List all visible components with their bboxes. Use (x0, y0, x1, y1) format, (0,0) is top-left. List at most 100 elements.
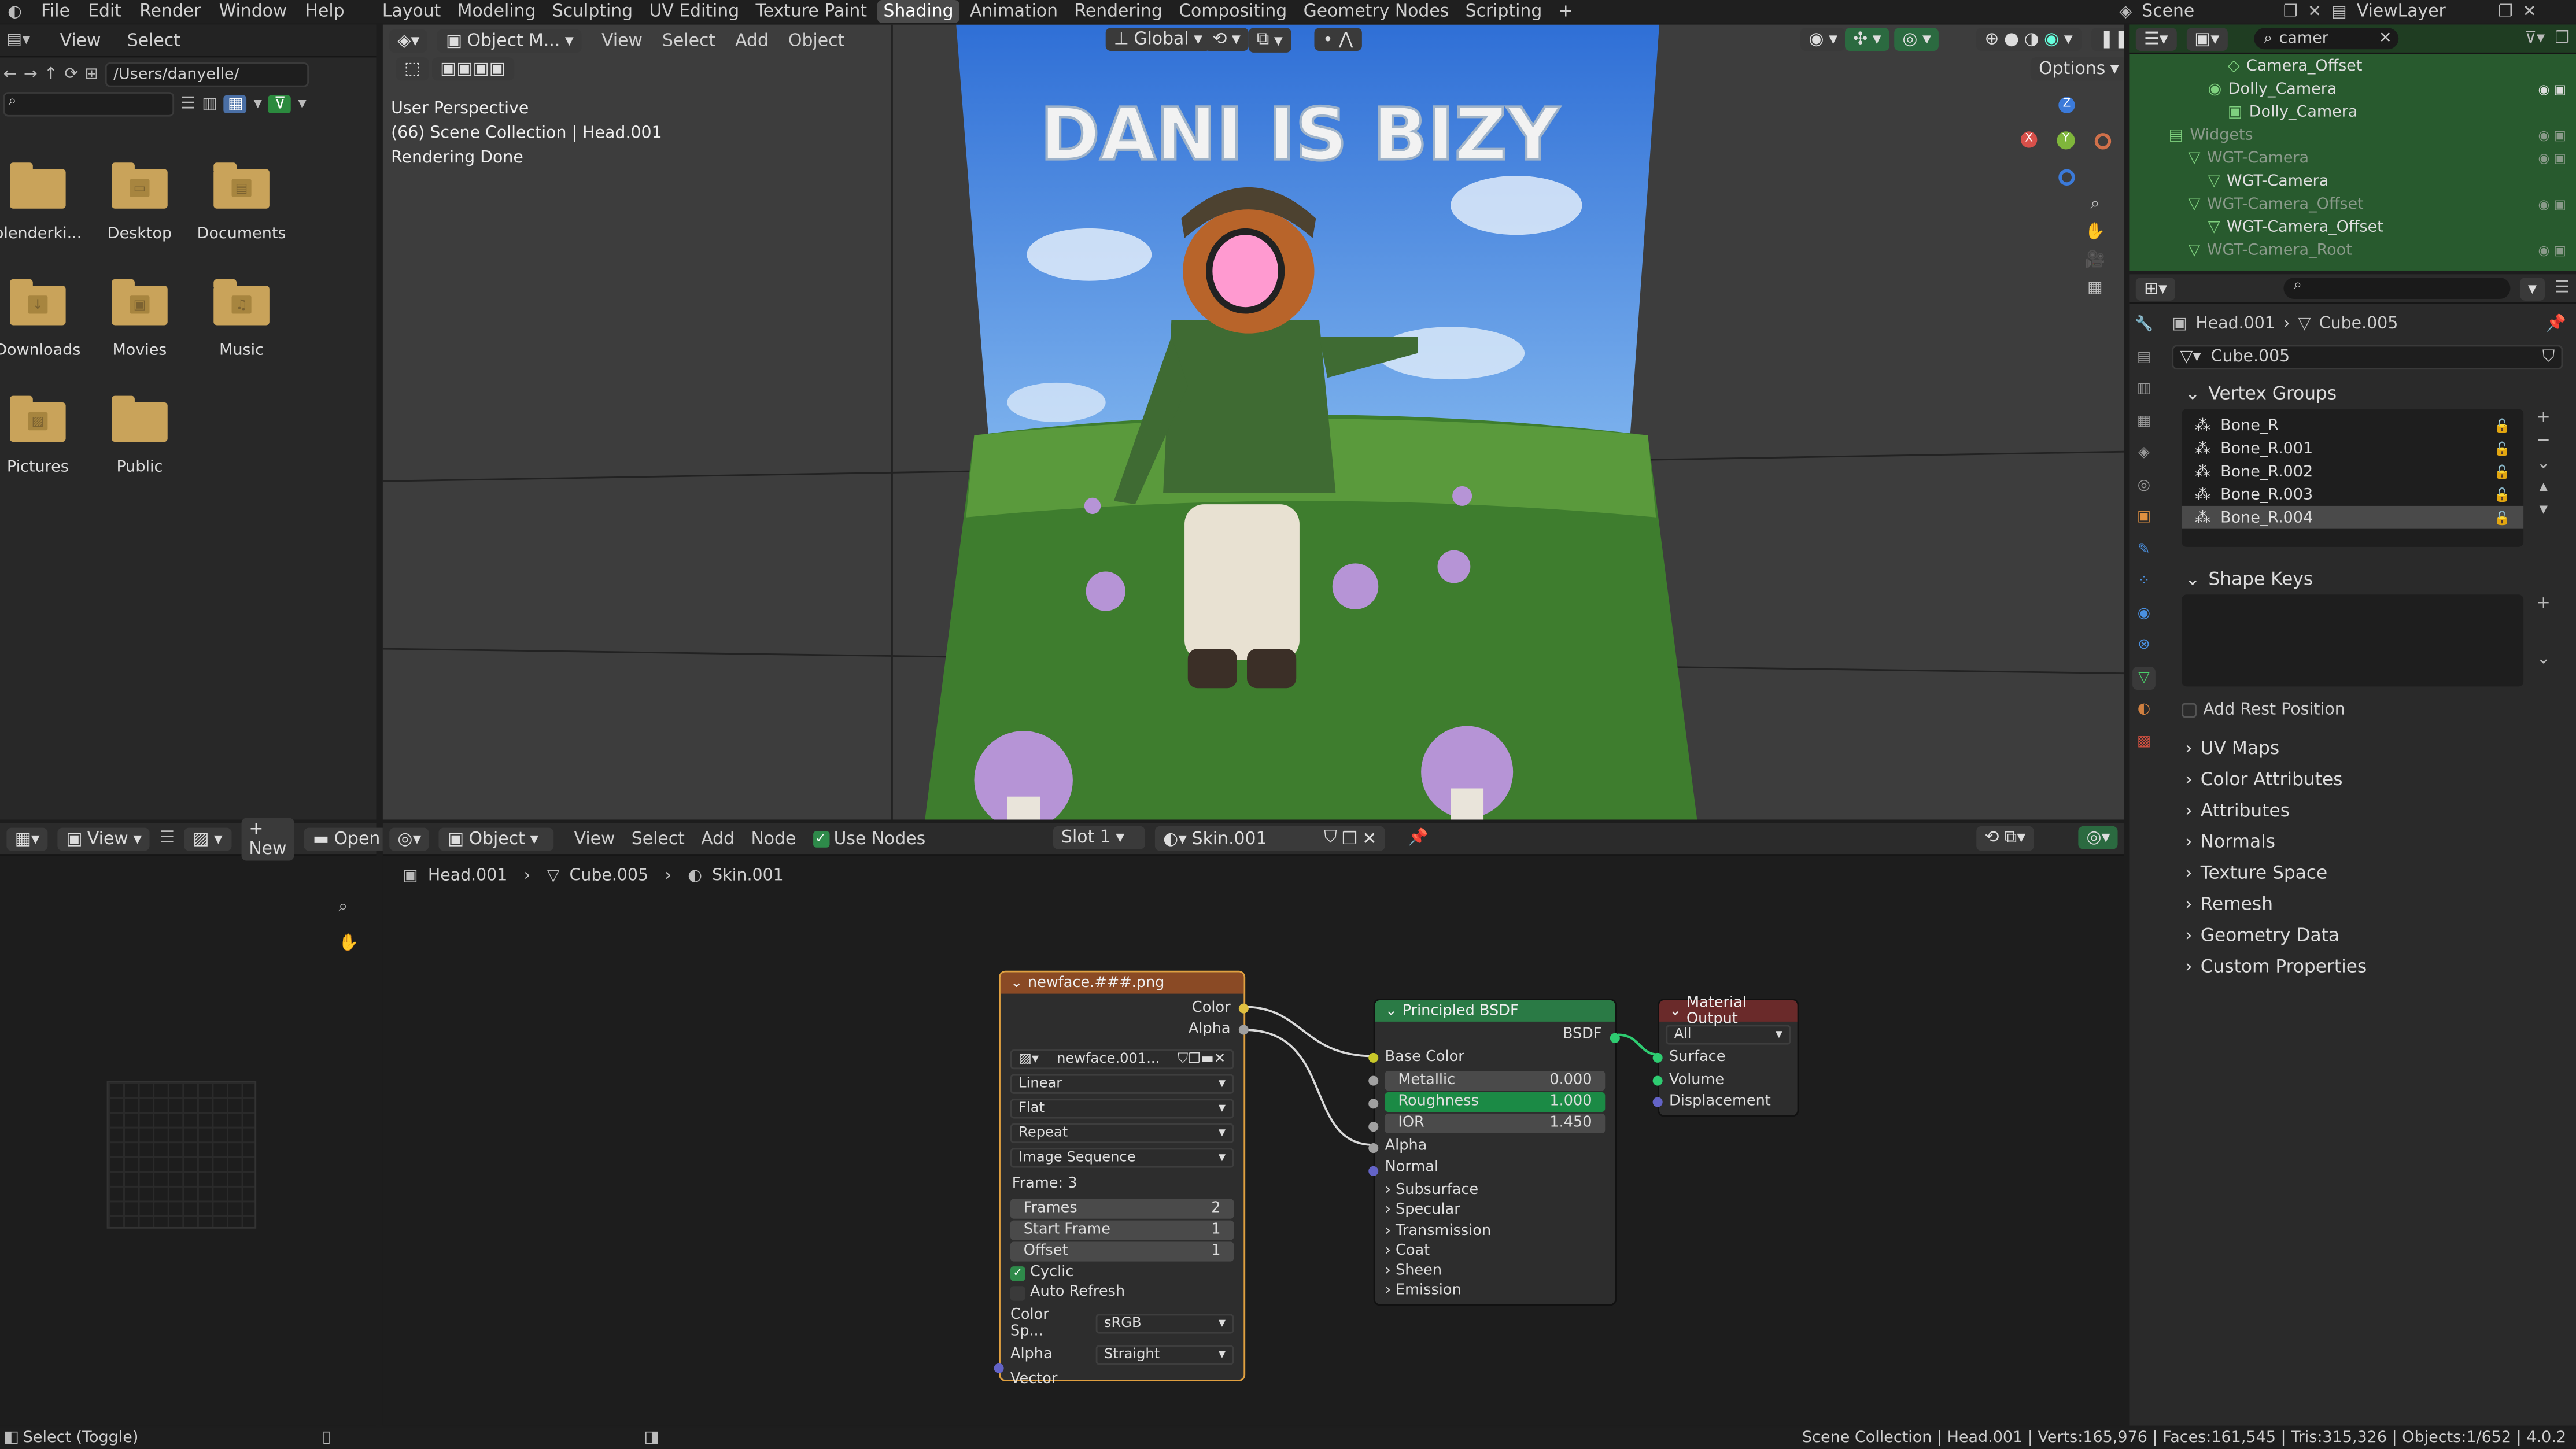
editor-type-icon[interactable]: ⊞▾ (2135, 276, 2176, 300)
wireframe-shading-icon[interactable]: ⊕ (1984, 29, 1999, 49)
menu-select[interactable]: Select (127, 31, 180, 50)
transform-orientation-dropdown[interactable]: ⊥ Global ▾ (1105, 28, 1211, 51)
section-sheen[interactable]: › Sheen (1385, 1262, 1615, 1282)
material-tab-icon[interactable]: ◐ (2132, 698, 2156, 721)
tab-shading[interactable]: Shading (877, 0, 960, 23)
tab-compositing[interactable]: Compositing (1172, 0, 1294, 23)
outliner-row[interactable]: ▽ WGT-Camera ◉ ▣ (2129, 146, 2576, 169)
shape-keys-panel-header[interactable]: ⌄ Shape Keys (2172, 563, 2576, 594)
section-transmission[interactable]: › Transmission (1385, 1221, 1615, 1241)
refresh-icon[interactable]: ⟳ (64, 65, 78, 83)
alpha-socket[interactable] (1368, 1143, 1379, 1154)
texture-tab-icon[interactable]: ▩ (2132, 730, 2156, 753)
scene-name[interactable]: Scene (2142, 2, 2273, 21)
proportional-edit-dropdown[interactable]: ∙ ⋀ (1314, 28, 1361, 51)
mesh-data-tab-icon[interactable]: ▽ (2132, 666, 2156, 689)
object-tab-icon[interactable]: ▣ (2132, 506, 2156, 529)
custom-properties-panel[interactable]: › Custom Properties (2172, 951, 2576, 982)
pause-render-button[interactable]: ❚❚ (2091, 28, 2124, 51)
navigation-gizmo[interactable]: Z Y X (2020, 94, 2112, 186)
alpha-output-socket[interactable] (1238, 1025, 1249, 1035)
tab-layout[interactable]: Layout (376, 0, 448, 23)
image-browse-dropdown[interactable]: ▨ ▾ (184, 827, 231, 851)
sort-dropdown-icon[interactable]: ▾ (254, 94, 262, 112)
base-color-socket[interactable] (1368, 1052, 1379, 1063)
collapse-icon[interactable]: ⌄ (1385, 1003, 1397, 1019)
tab-texture-paint[interactable]: Texture Paint (749, 0, 873, 23)
uv-maps-panel[interactable]: › UV Maps (2172, 733, 2576, 764)
pin-icon[interactable]: 📌 (2546, 315, 2566, 332)
folder-desktop[interactable]: ▭ Desktop (90, 162, 189, 243)
folder-pictures[interactable]: ▨ Pictures (0, 395, 87, 476)
vertex-group-item[interactable]: ⁂ Bone_R.002 🔓 (2182, 460, 2523, 483)
tab-rendering[interactable]: Rendering (1068, 0, 1169, 23)
properties-options-dropdown[interactable]: ▾ (2519, 276, 2545, 300)
bsdf-node-header[interactable]: ⌄ Principled BSDF (1375, 1000, 1615, 1022)
file-search-input[interactable]: ⌕ (3, 91, 175, 116)
collapse-icon[interactable]: ⌄ (1669, 1003, 1681, 1019)
editor-type-icon[interactable]: ☰▾ (2135, 27, 2176, 50)
remove-view-layer-icon[interactable]: ✕ (2523, 2, 2537, 20)
remove-icon[interactable]: − (2537, 432, 2551, 450)
parent-dir-icon[interactable]: ↑ (44, 65, 58, 83)
view-layer-name[interactable]: ViewLayer (2357, 2, 2488, 21)
colorspace-dropdown[interactable]: sRGB ▾ (1095, 1314, 1234, 1334)
add-shape-key-icon[interactable]: + (2537, 594, 2551, 612)
lock-icon[interactable]: 🔓 (2494, 418, 2510, 433)
folder-downloads[interactable]: ↓ Downloads (0, 279, 87, 360)
normal-socket[interactable] (1368, 1166, 1379, 1176)
texture-space-panel[interactable]: › Texture Space (2172, 857, 2576, 889)
neg-x-axis-icon[interactable] (2094, 133, 2112, 150)
filter-icon[interactable]: ⊽▾ (2525, 29, 2545, 47)
tab-scripting[interactable]: Scripting (1459, 0, 1548, 23)
section-subsurface[interactable]: › Subsurface (1385, 1181, 1615, 1201)
vector-input-socket[interactable] (994, 1363, 1004, 1373)
section-specular[interactable]: › Specular (1385, 1201, 1615, 1221)
visibility-eye-icon[interactable]: ◉ ▣ (2538, 127, 2566, 142)
y-axis-icon[interactable]: Y (2057, 131, 2075, 150)
forward-icon[interactable]: → (24, 65, 38, 83)
menu-object[interactable]: Object (788, 31, 844, 51)
z-axis-icon[interactable]: Z (2058, 97, 2075, 114)
surface-socket[interactable] (1652, 1052, 1663, 1063)
camera-view-icon[interactable]: 🎥 (2085, 252, 2105, 269)
folder-public[interactable]: Public (90, 395, 189, 476)
path-field[interactable]: /Users/danyelle/ (105, 61, 309, 87)
outliner-row[interactable]: ▣ Dolly_Camera (2129, 100, 2576, 123)
auto-refresh-checkbox[interactable]: Auto Refresh (1001, 1283, 1243, 1303)
new-image-button[interactable]: + New (241, 817, 295, 860)
extension-dropdown[interactable]: Repeat ▾ (1010, 1123, 1234, 1144)
pivot-dropdown[interactable]: ⟲ ▾ (1204, 28, 1249, 51)
back-icon[interactable]: ← (3, 65, 17, 83)
lock-icon[interactable]: 🔓 (2494, 464, 2510, 479)
projection-dropdown[interactable]: Flat ▾ (1010, 1099, 1234, 1119)
metallic-socket[interactable] (1368, 1075, 1379, 1086)
new-view-layer-icon[interactable]: ❐ (2498, 2, 2512, 20)
editor-type-icon[interactable]: ▦▾ (6, 827, 48, 851)
new-scene-icon[interactable]: ❐ (2283, 2, 2298, 20)
3d-viewport[interactable]: DANI IS BIZY ◈▾ ▣ Object M... ▾ View Selec… (382, 24, 2124, 820)
x-axis-icon[interactable]: X (2020, 131, 2038, 148)
volume-socket[interactable] (1652, 1075, 1663, 1086)
cyclic-checkbox[interactable]: ✓ Cyclic (1001, 1263, 1243, 1282)
geometry-data-panel[interactable]: › Geometry Data (2172, 920, 2576, 951)
solid-shading-icon[interactable]: ● (2004, 29, 2019, 49)
new-collection-icon[interactable]: ❐ (2555, 29, 2569, 47)
outliner-row[interactable]: ▽ WGT-Camera (2129, 169, 2576, 193)
menu-window[interactable]: Window (219, 2, 287, 21)
render-tab-icon[interactable]: ▤ (2132, 346, 2156, 369)
menu-view[interactable]: View (601, 31, 643, 51)
remesh-panel[interactable]: › Remesh (2172, 889, 2576, 920)
outliner-row[interactable]: ◉ Dolly_Camera ◉ ▣ (2129, 77, 2576, 101)
mesh-name-field[interactable]: ▽▾ Cube.005 ⛉ (2172, 345, 2563, 370)
outliner-row[interactable]: ▽ WGT-Camera_Root ◉ ▣ (2129, 238, 2576, 261)
constraints-tab-icon[interactable]: ⊗ (2132, 634, 2156, 657)
folder-movies[interactable]: ▣ Movies (90, 279, 189, 360)
image-editor[interactable]: ▦▾ ▣View▾ ☰ ▨▾ + New ▬Open 📌 ⌕ ✋ (0, 817, 419, 1426)
output-tab-icon[interactable]: ▥ (2132, 378, 2156, 401)
lock-icon[interactable]: 🔓 (2494, 487, 2510, 502)
outliner-search-input[interactable]: ⌕ camer ✕ (2253, 28, 2398, 50)
move-down-icon[interactable]: ▾ (2537, 501, 2551, 519)
properties-menu-icon[interactable]: ☰ (2555, 279, 2569, 297)
world-tab-icon[interactable]: ◎ (2132, 474, 2156, 497)
